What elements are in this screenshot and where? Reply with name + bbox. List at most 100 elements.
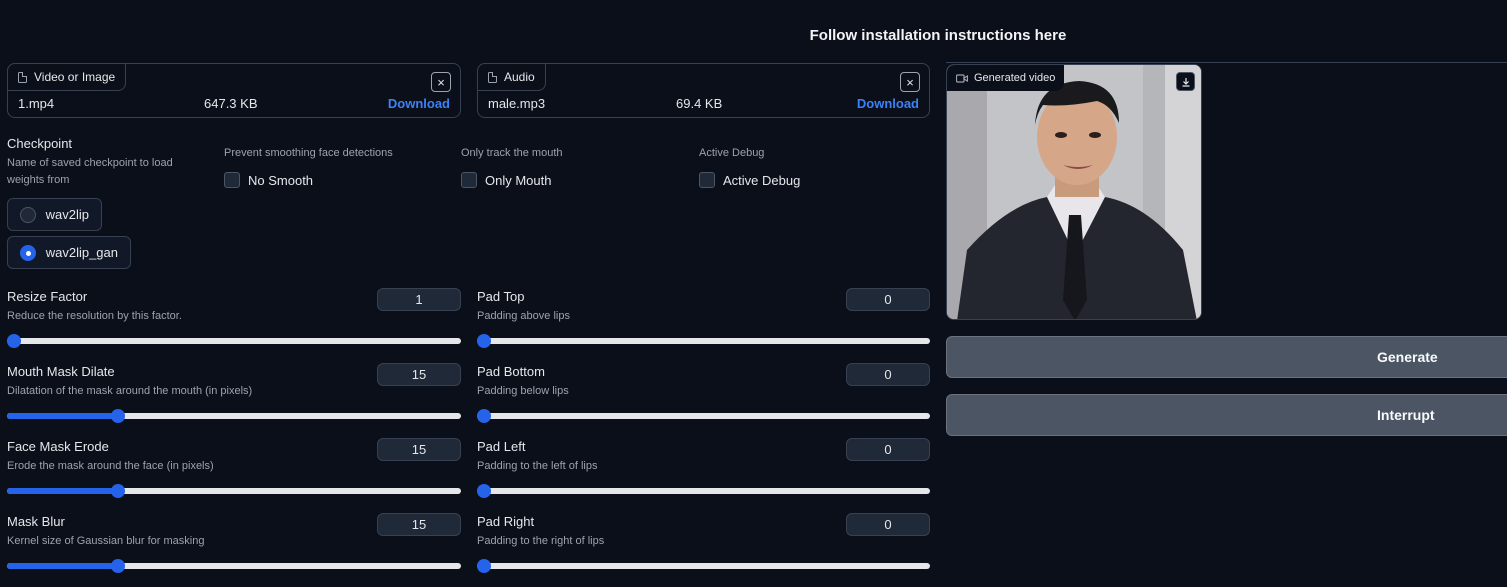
mouth-mask-dilate-slider-fill: [7, 413, 119, 419]
audio-file-tag: Audio: [477, 63, 546, 91]
no-smooth-info: Prevent smoothing face detections: [224, 147, 393, 159]
mouth-mask-dilate-info: Dilatation of the mask around the mouth …: [7, 385, 253, 397]
download-video-button[interactable]: [1176, 72, 1195, 91]
radio-circle-icon: [20, 206, 36, 223]
pad-bottom-label: Pad Bottom: [477, 364, 545, 379]
mask-blur-slider-group: Mask Blur Kernel size of Gaussian blur f…: [7, 513, 461, 583]
pad-bottom-slider[interactable]: [477, 409, 930, 423]
radio-wav2lip-label: wav2lip: [45, 207, 89, 222]
download-icon: [1182, 77, 1189, 87]
pad-bottom-slider-group: Pad Bottom Padding below lips 0: [477, 363, 930, 433]
mouth-mask-dilate-slider-group: Mouth Mask Dilate Dilatation of the mask…: [7, 363, 461, 433]
video-download-link[interactable]: Download: [388, 96, 450, 111]
mask-blur-info: Kernel size of Gaussian blur for masking: [7, 535, 205, 547]
audio-file-name: male.mp3: [488, 96, 546, 111]
pad-left-slider-group: Pad Left Padding to the left of lips 0: [477, 438, 930, 508]
pad-top-info: Padding above lips: [477, 310, 570, 322]
resize-factor-slider-thumb[interactable]: [7, 334, 21, 348]
video-file-input[interactable]: Video or Image × 1.mp4 647.3 KB Download: [7, 63, 461, 118]
installation-link[interactable]: Follow installation instructions here: [0, 27, 1507, 44]
only-mouth-checkbox[interactable]: Only Mouth: [461, 172, 551, 188]
pad-right-slider[interactable]: [477, 559, 930, 573]
mouth-mask-dilate-slider[interactable]: [7, 409, 461, 423]
face-mask-erode-slider-thumb[interactable]: [111, 484, 126, 498]
radio-wav2lip[interactable]: wav2lip: [7, 198, 102, 231]
pad-top-number-input[interactable]: 0: [846, 288, 930, 311]
file-icon: [488, 71, 497, 83]
checkpoint-info-2: weights from: [7, 174, 70, 186]
generate-button-label: Generate: [1377, 349, 1438, 365]
resize-factor-slider[interactable]: [7, 334, 461, 348]
generate-button[interactable]: Generate: [946, 336, 1507, 378]
pad-right-info: Padding to the right of lips: [477, 535, 605, 547]
mouth-mask-dilate-number-input[interactable]: 15: [377, 363, 461, 386]
face-mask-erode-slider-fill: [7, 488, 119, 494]
face-mask-erode-slider-group: Face Mask Erode Erode the mask around th…: [7, 438, 461, 508]
resize-factor-number-input[interactable]: 1: [377, 288, 461, 311]
resize-factor-label: Resize Factor: [7, 289, 88, 304]
radio-wav2lip-gan[interactable]: wav2lip_gan: [7, 236, 131, 269]
no-smooth-checkbox[interactable]: No Smooth: [224, 172, 313, 188]
mask-blur-slider-fill: [7, 563, 119, 569]
radio-selected-icon: [20, 244, 36, 261]
pad-top-slider-thumb[interactable]: [477, 334, 491, 348]
pad-top-label: Pad Top: [477, 289, 525, 304]
video-file-name: 1.mp4: [18, 96, 55, 111]
pad-bottom-slider-thumb[interactable]: [477, 409, 491, 423]
interrupt-button[interactable]: Interrupt: [946, 394, 1507, 436]
generated-video[interactable]: Generated video: [946, 64, 1202, 320]
face-mask-erode-info: Erode the mask around the face (in pixel…: [7, 460, 214, 472]
resize-factor-info: Reduce the resolution by this factor.: [7, 310, 182, 322]
clear-video-button[interactable]: ×: [431, 72, 451, 92]
pad-right-label: Pad Right: [477, 514, 535, 529]
pad-top-slider-group: Pad Top Padding above lips 0: [477, 288, 930, 358]
audio-download-link[interactable]: Download: [857, 96, 919, 111]
video-file-tag: Video or Image: [7, 63, 127, 91]
radio-wav2lip-gan-label: wav2lip_gan: [45, 245, 118, 260]
pad-left-slider[interactable]: [477, 484, 930, 498]
face-mask-erode-number-input[interactable]: 15: [377, 438, 461, 461]
mouth-mask-dilate-slider-thumb[interactable]: [111, 409, 126, 423]
only-mouth-info: Only track the mouth: [461, 147, 563, 159]
generated-video-tag: Generated video: [947, 65, 1065, 91]
pad-left-info: Padding to the left of lips: [477, 460, 598, 472]
checkbox-icon: [699, 172, 715, 188]
pad-right-slider-thumb[interactable]: [477, 559, 491, 573]
active-debug-checkbox[interactable]: Active Debug: [699, 172, 800, 188]
pad-right-number-input[interactable]: 0: [846, 513, 930, 536]
mask-blur-slider[interactable]: [7, 559, 461, 573]
file-icon: [18, 71, 27, 83]
face-mask-erode-label: Face Mask Erode: [7, 439, 109, 454]
pad-left-number-input[interactable]: 0: [846, 438, 930, 461]
only-mouth-label: Only Mouth: [485, 172, 552, 188]
audio-file-input[interactable]: Audio × male.mp3 69.4 KB Download: [477, 63, 930, 118]
pad-top-slider[interactable]: [477, 334, 930, 348]
no-smooth-label: No Smooth: [248, 172, 314, 188]
pad-bottom-number-input[interactable]: 0: [846, 363, 930, 386]
mouth-mask-dilate-label: Mouth Mask Dilate: [7, 364, 115, 379]
checkpoint-info-1: Name of saved checkpoint to load: [7, 157, 173, 169]
video-camera-icon: [956, 73, 968, 83]
face-mask-erode-slider[interactable]: [7, 484, 461, 498]
pad-left-slider-thumb[interactable]: [477, 484, 491, 498]
checkbox-icon: [461, 172, 477, 188]
clear-audio-button[interactable]: ×: [900, 72, 920, 92]
audio-file-size: 69.4 KB: [676, 96, 723, 111]
video-file-tag-label: Video or Image: [34, 70, 116, 84]
mask-blur-slider-thumb[interactable]: [111, 559, 126, 573]
checkpoint-label: Checkpoint: [7, 136, 73, 151]
pad-right-slider-group: Pad Right Padding to the right of lips 0: [477, 513, 930, 583]
active-debug-label: Active Debug: [723, 172, 801, 188]
mask-blur-number-input[interactable]: 15: [377, 513, 461, 536]
active-debug-info: Active Debug: [699, 147, 765, 159]
mask-blur-label: Mask Blur: [7, 514, 65, 529]
resize-factor-slider-group: Resize Factor Reduce the resolution by t…: [7, 288, 461, 358]
generated-video-label: Generated video: [974, 72, 1056, 84]
pad-bottom-info: Padding below lips: [477, 385, 569, 397]
checkbox-icon: [224, 172, 240, 188]
pad-left-label: Pad Left: [477, 439, 526, 454]
video-file-size: 647.3 KB: [204, 96, 258, 111]
video-frame: [947, 65, 1201, 319]
divider: [946, 62, 1507, 63]
audio-file-tag-label: Audio: [504, 70, 535, 84]
